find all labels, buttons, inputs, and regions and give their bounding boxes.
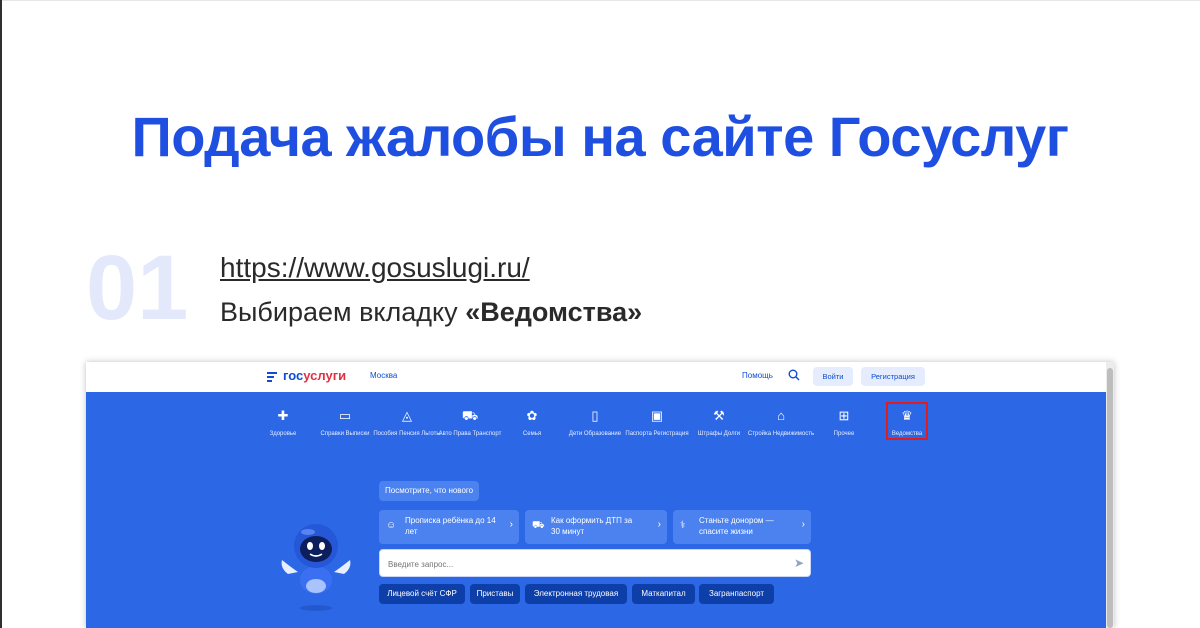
quick-tag[interactable]: Лицевой счёт СФР bbox=[379, 584, 465, 604]
family-icon: ✿ bbox=[526, 408, 538, 423]
help-link[interactable]: Помощь bbox=[742, 371, 773, 380]
hero-section: ✚ Здоровье ▭ Справки Выписки ◬ Пособия Пенс… bbox=[86, 392, 1106, 628]
chevron-right-icon: › bbox=[657, 519, 661, 530]
step-link[interactable]: https://www.gosuslugi.ru/ bbox=[220, 252, 530, 284]
quick-tag[interactable]: Маткапитал bbox=[632, 584, 695, 604]
news-tile-text: Как оформить ДТП за 30 минут bbox=[551, 516, 633, 536]
step-number: 01 bbox=[86, 237, 189, 339]
news-tile[interactable]: ⚕ Станьте донором — спасите жизни › bbox=[673, 510, 811, 544]
left-border bbox=[0, 0, 2, 628]
step-instruction: Выбираем вкладку «Ведомства» bbox=[220, 297, 642, 328]
news-tile-text: Прописка ребёнка до 14 лет bbox=[405, 516, 496, 536]
category-label: Прочее bbox=[833, 431, 855, 437]
top-divider bbox=[0, 0, 1200, 1]
category-children[interactable]: ▯ Дети Образование bbox=[560, 408, 630, 438]
quick-tag[interactable]: Электронная трудовая bbox=[525, 584, 627, 604]
category-label: Дети Образование bbox=[568, 431, 622, 437]
category-certificates[interactable]: ▭ Справки Выписки bbox=[310, 408, 380, 438]
quick-tag[interactable]: Приставы bbox=[470, 584, 520, 604]
category-auto[interactable]: ⛟ Авто Права Транспорт bbox=[435, 408, 505, 438]
category-other[interactable]: ⊞ Прочее bbox=[809, 408, 879, 438]
car-icon: ⛟ bbox=[532, 520, 545, 531]
scrollbar[interactable] bbox=[1106, 362, 1114, 628]
departments-highlight-frame bbox=[886, 402, 928, 440]
book-icon: ▯ bbox=[591, 408, 599, 423]
logo-part-2: услуги bbox=[303, 368, 347, 383]
bag-icon: ◬ bbox=[402, 408, 412, 423]
gavel-icon: ⚒ bbox=[713, 408, 725, 423]
slide-title: Подача жалобы на сайте Госуслуг bbox=[131, 105, 1069, 168]
category-family[interactable]: ✿ Семья bbox=[497, 408, 567, 438]
category-benefits[interactable]: ◬ Пособия Пенсия Льготы bbox=[372, 408, 442, 438]
passport-icon: ▣ bbox=[650, 408, 664, 423]
category-health[interactable]: ✚ Здоровье bbox=[248, 408, 318, 438]
chevron-right-icon: › bbox=[801, 519, 805, 530]
search-bar[interactable]: ➤ bbox=[379, 549, 811, 577]
news-tile-text: Станьте донором — спасите жизни bbox=[699, 516, 774, 536]
category-label: Здоровье bbox=[269, 431, 297, 437]
whats-new-button[interactable]: Посмотрите, что нового bbox=[379, 481, 480, 501]
menu-icon[interactable] bbox=[267, 372, 277, 384]
category-passports[interactable]: ▣ Паспорта Регистрация bbox=[622, 408, 692, 438]
step-instruction-bold: «Ведомства» bbox=[465, 297, 643, 327]
city-selector[interactable]: Москва bbox=[370, 371, 397, 380]
category-label: Штрафы Долги bbox=[697, 431, 741, 437]
step-instruction-text: Выбираем вкладку bbox=[220, 297, 466, 327]
car-icon: ⛟ bbox=[461, 408, 479, 423]
category-label: Семья bbox=[522, 431, 542, 437]
news-tile[interactable]: ⛟ Как оформить ДТП за 30 минут › bbox=[525, 510, 667, 544]
chevron-right-icon: › bbox=[509, 519, 513, 530]
stethoscope-icon: ⚕ bbox=[680, 520, 686, 531]
plus-icon: ✚ bbox=[277, 408, 289, 423]
folder-icon: ▭ bbox=[338, 408, 352, 423]
search-input[interactable] bbox=[386, 556, 770, 572]
house-icon: ⌂ bbox=[777, 408, 785, 423]
scrollbar-thumb[interactable] bbox=[1107, 368, 1113, 628]
site-header: госуслуги Москва Помощь Войти Регистраци… bbox=[86, 362, 1106, 392]
search-icon[interactable] bbox=[788, 369, 800, 381]
quick-tag[interactable]: Загранпаспорт bbox=[699, 584, 774, 604]
category-label: Справки Выписки bbox=[320, 431, 370, 437]
send-icon[interactable]: ➤ bbox=[794, 556, 804, 570]
category-label: Паспорта Регистрация bbox=[625, 431, 689, 437]
grid-icon: ⊞ bbox=[838, 408, 850, 423]
robot-mascot bbox=[281, 524, 351, 611]
gosuslugi-screenshot: госуслуги Москва Помощь Войти Регистраци… bbox=[86, 362, 1114, 628]
people-icon: ☺ bbox=[386, 520, 397, 531]
category-realty[interactable]: ⌂ Стройка Недвижимость bbox=[746, 408, 816, 438]
category-label: Пособия Пенсия Льготы bbox=[373, 431, 441, 437]
logo-part-1: гос bbox=[283, 368, 304, 383]
login-button[interactable]: Войти bbox=[813, 367, 853, 386]
news-tile[interactable]: ☺ Прописка ребёнка до 14 лет › bbox=[379, 510, 519, 544]
site-logo[interactable]: госуслуги bbox=[283, 368, 346, 383]
category-label: Стройка Недвижимость bbox=[747, 431, 815, 437]
category-label: Авто Права Транспорт bbox=[438, 431, 502, 437]
category-fines[interactable]: ⚒ Штрафы Долги bbox=[684, 408, 754, 438]
register-button[interactable]: Регистрация bbox=[861, 367, 925, 386]
